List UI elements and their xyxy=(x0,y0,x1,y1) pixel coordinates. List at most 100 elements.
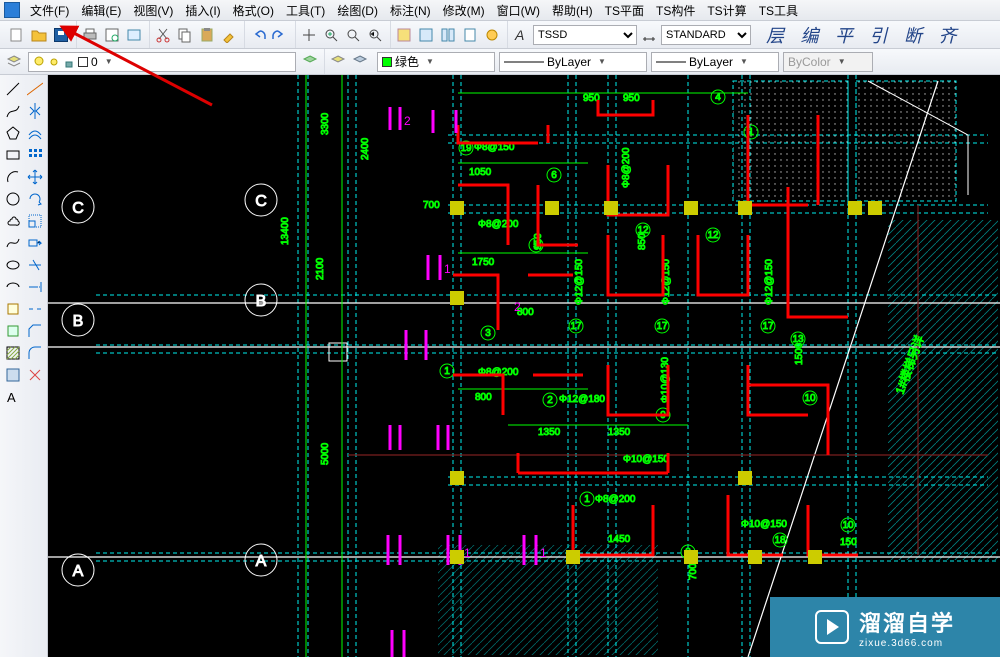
chamfer-tool[interactable] xyxy=(25,321,45,341)
stretch-tool[interactable] xyxy=(25,233,45,253)
move-tool[interactable] xyxy=(25,167,45,187)
copy-button[interactable] xyxy=(175,25,195,45)
undo-button[interactable] xyxy=(248,25,268,45)
menu-window[interactable]: 窗口(W) xyxy=(491,0,546,21)
pan-button[interactable] xyxy=(299,25,319,45)
array-tool[interactable] xyxy=(25,145,45,165)
new-button[interactable] xyxy=(7,25,27,45)
text-style-select[interactable]: TSSD xyxy=(533,25,637,45)
menu-help[interactable]: 帮助(H) xyxy=(546,0,599,21)
mtext-tool[interactable]: A xyxy=(3,387,23,407)
dim-style-select[interactable]: STANDARD xyxy=(661,25,751,45)
polygon-tool[interactable] xyxy=(3,123,23,143)
region-tool[interactable] xyxy=(3,365,23,385)
menu-tsplan[interactable]: TS平面 xyxy=(599,0,650,21)
insert-block-tool[interactable] xyxy=(3,299,23,319)
svg-text:150: 150 xyxy=(840,537,857,548)
svg-text:2100: 2100 xyxy=(315,257,326,280)
redo-button[interactable] xyxy=(270,25,290,45)
menu-view[interactable]: 视图(V) xyxy=(127,0,179,21)
scale-tool[interactable] xyxy=(25,211,45,231)
cut-button[interactable] xyxy=(153,25,173,45)
layer-dropdown[interactable]: 0 ▼ xyxy=(28,52,296,72)
linetype-dropdown[interactable]: ByLayer ▼ xyxy=(499,52,647,72)
break-tool[interactable] xyxy=(25,299,45,319)
zoom-prev-button[interactable] xyxy=(365,25,385,45)
fillet-tool[interactable] xyxy=(25,343,45,363)
properties-button[interactable] xyxy=(394,25,414,45)
watermark-title: 溜溜自学 xyxy=(859,606,955,638)
svg-text:5000: 5000 xyxy=(320,442,331,465)
menu-tools[interactable]: 工具(T) xyxy=(280,0,331,21)
svg-text:Φ12@180: Φ12@180 xyxy=(559,394,605,405)
layer-prev-button[interactable] xyxy=(300,52,320,72)
xline-tool[interactable] xyxy=(25,79,45,99)
make-current-button[interactable] xyxy=(328,52,348,72)
zoom-realtime-button[interactable] xyxy=(321,25,341,45)
tool-palette-button[interactable] xyxy=(438,25,458,45)
menu-modify[interactable]: 修改(M) xyxy=(437,0,491,21)
menu-format[interactable]: 格式(O) xyxy=(227,0,280,21)
ellipse-tool[interactable] xyxy=(3,255,23,275)
pline-tool[interactable] xyxy=(3,101,23,121)
svg-text:A: A xyxy=(256,553,267,570)
print-button[interactable] xyxy=(80,25,100,45)
layer-manager-button[interactable] xyxy=(4,52,24,72)
rotate-tool[interactable] xyxy=(25,189,45,209)
erase-tool[interactable] xyxy=(25,387,45,407)
svg-text:1: 1 xyxy=(444,366,450,377)
menu-draw[interactable]: 绘图(D) xyxy=(331,0,384,21)
spline-tool[interactable] xyxy=(3,233,23,253)
offset-tool[interactable] xyxy=(25,123,45,143)
svg-text:2: 2 xyxy=(547,395,553,406)
plot-preview-button[interactable] xyxy=(102,25,122,45)
svg-text:17: 17 xyxy=(762,321,774,332)
zoom-window-button[interactable] xyxy=(343,25,363,45)
menu-file[interactable]: 文件(F) xyxy=(24,0,75,21)
color-name: 绿色 xyxy=(395,53,419,70)
lock-icon xyxy=(63,56,75,68)
mirror-tool[interactable] xyxy=(25,101,45,121)
drawing-canvas[interactable]: C C B B A A 3300 2400 13400 2100 5000 70… xyxy=(48,75,1000,657)
match-prop-button[interactable] xyxy=(219,25,239,45)
svg-text:Φ8@200: Φ8@200 xyxy=(595,494,636,505)
menu-insert[interactable]: 插入(I) xyxy=(179,0,226,21)
line-tool[interactable] xyxy=(3,79,23,99)
svg-text:13400: 13400 xyxy=(280,217,291,245)
svg-text:800: 800 xyxy=(475,392,492,403)
design-center-button[interactable] xyxy=(416,25,436,45)
rect-tool[interactable] xyxy=(3,145,23,165)
svg-text:17: 17 xyxy=(570,321,582,332)
ellipse-arc-tool[interactable] xyxy=(3,277,23,297)
svg-text:2400: 2400 xyxy=(360,137,371,160)
menu-tsmember[interactable]: TS构件 xyxy=(650,0,701,21)
menu-edit[interactable]: 编辑(E) xyxy=(75,0,127,21)
lineweight-dropdown[interactable]: ByLayer ▼ xyxy=(651,52,779,72)
arc-tool[interactable] xyxy=(3,167,23,187)
trim-tool[interactable] xyxy=(25,255,45,275)
circle-tool[interactable] xyxy=(3,189,23,209)
paste-button[interactable] xyxy=(197,25,217,45)
svg-text:1: 1 xyxy=(464,546,471,560)
svg-text:1: 1 xyxy=(444,262,451,276)
publish-button[interactable] xyxy=(124,25,144,45)
hatch-tool[interactable] xyxy=(3,343,23,363)
save-button[interactable] xyxy=(51,25,71,45)
revcloud-tool[interactable] xyxy=(3,211,23,231)
open-button[interactable] xyxy=(29,25,49,45)
layer-iso-button[interactable] xyxy=(350,52,370,72)
make-block-tool[interactable] xyxy=(3,321,23,341)
svg-text:Φ10@150: Φ10@150 xyxy=(741,519,787,530)
menu-dim[interactable]: 标注(N) xyxy=(384,0,437,21)
ts-style-labels: 层 编 平 引 断 齐 xyxy=(756,22,963,48)
menu-tstool[interactable]: TS工具 xyxy=(753,0,804,21)
svg-text:1750: 1750 xyxy=(472,257,495,268)
sheet-set-button[interactable] xyxy=(460,25,480,45)
menu-tscalc[interactable]: TS计算 xyxy=(701,0,752,21)
svg-text:13: 13 xyxy=(792,334,804,345)
markup-button[interactable] xyxy=(482,25,502,45)
explode-tool[interactable] xyxy=(25,365,45,385)
extend-tool[interactable] xyxy=(25,277,45,297)
color-dropdown[interactable]: 绿色 ▼ xyxy=(377,52,495,72)
svg-text:A: A xyxy=(73,563,84,580)
